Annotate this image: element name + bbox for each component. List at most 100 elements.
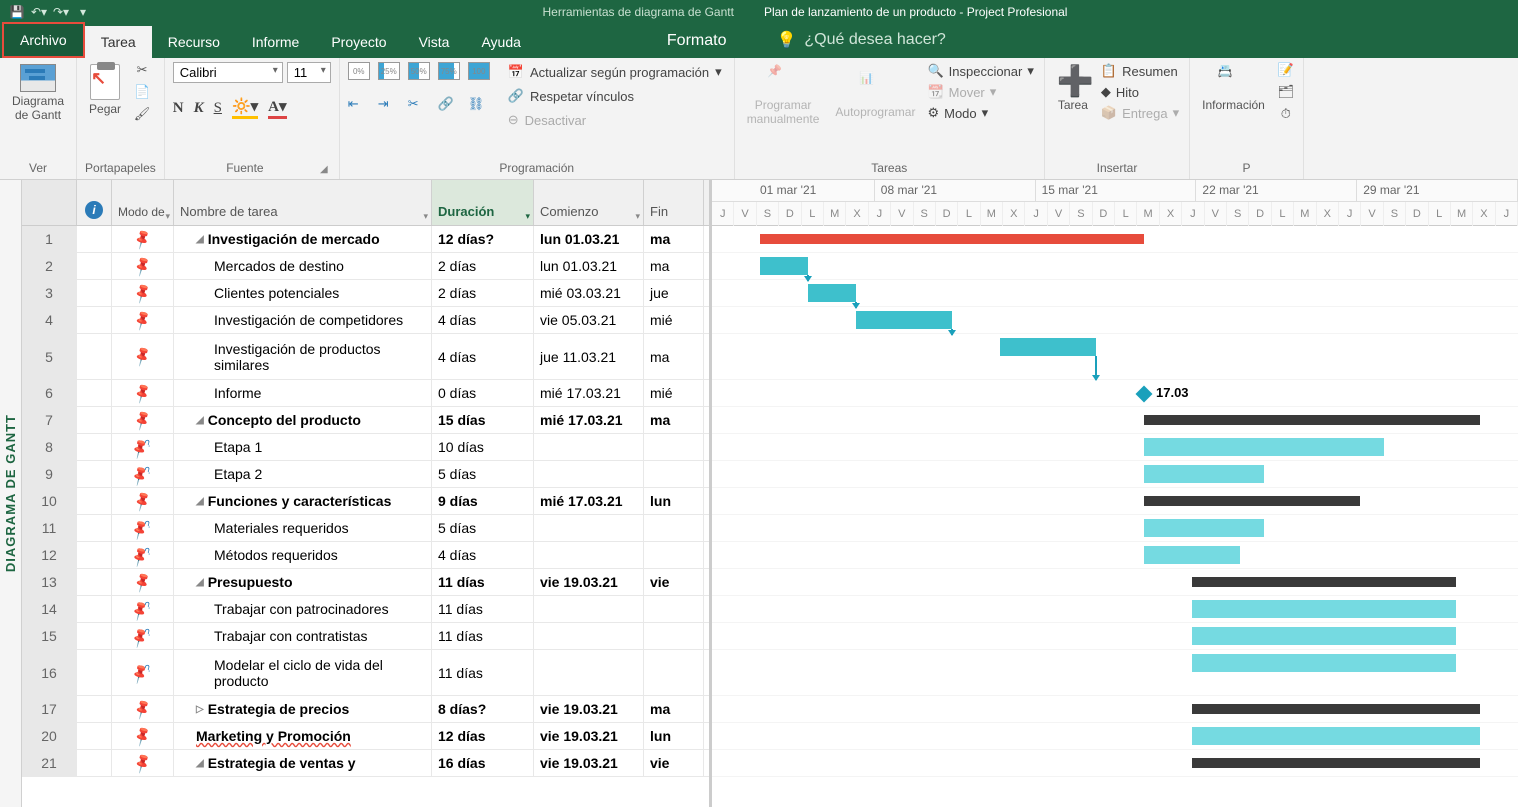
chart-row[interactable] xyxy=(712,696,1518,723)
row-finish[interactable]: ma xyxy=(644,226,704,252)
gantt-bar[interactable] xyxy=(1192,704,1480,714)
col-header-indicators[interactable]: i xyxy=(77,180,112,225)
row-mode[interactable]: 📌 xyxy=(112,407,174,433)
cut-icon[interactable]: ✂ xyxy=(133,62,151,78)
row-finish[interactable]: jue xyxy=(644,280,704,306)
row-task-name[interactable]: Clientes potenciales xyxy=(174,280,432,306)
row-task-name[interactable]: Trabajar con contratistas xyxy=(174,623,432,649)
chart-row[interactable] xyxy=(712,515,1518,542)
row-task-name[interactable]: Trabajar con patrocinadores xyxy=(174,596,432,622)
row-duration[interactable]: 11 días xyxy=(432,596,534,622)
row-mode[interactable]: 📌 xyxy=(112,461,174,487)
chart-row[interactable] xyxy=(712,280,1518,307)
row-task-name[interactable]: ◢Presupuesto xyxy=(174,569,432,595)
inspect-button[interactable]: 🔍Inspeccionar ▾ xyxy=(925,62,1035,80)
row-mode[interactable]: 📌 xyxy=(112,253,174,279)
chart-row[interactable] xyxy=(712,334,1518,380)
row-task-name[interactable]: ◢Concepto del producto xyxy=(174,407,432,433)
mark-on-track-button[interactable]: 📅Actualizar según programación ▾ xyxy=(504,62,726,82)
undo-icon[interactable]: ↶▾ xyxy=(30,3,48,21)
row-finish[interactable]: mié xyxy=(644,307,704,333)
pct-0-button[interactable]: 0% xyxy=(348,62,370,80)
row-mode[interactable]: 📌 xyxy=(112,723,174,749)
row-start[interactable] xyxy=(534,461,644,487)
row-finish[interactable] xyxy=(644,461,704,487)
row-duration[interactable]: 12 días? xyxy=(432,226,534,252)
chart-row[interactable] xyxy=(712,750,1518,777)
row-duration[interactable]: 2 días xyxy=(432,280,534,306)
row-number[interactable]: 14 xyxy=(22,596,77,622)
row-duration[interactable]: 2 días xyxy=(432,253,534,279)
gantt-bar[interactable] xyxy=(1144,438,1384,456)
move-button[interactable]: 📆Mover ▾ xyxy=(925,83,1035,101)
gantt-bar[interactable] xyxy=(1192,727,1480,745)
row-indicators[interactable] xyxy=(77,569,112,595)
row-start[interactable]: vie 19.03.21 xyxy=(534,723,644,749)
gantt-bar[interactable] xyxy=(760,234,1144,244)
row-task-name[interactable]: Etapa 2 xyxy=(174,461,432,487)
row-mode[interactable]: 📌 xyxy=(112,569,174,595)
gantt-bar[interactable] xyxy=(1192,758,1480,768)
format-painter-icon[interactable]: 🖌 xyxy=(133,106,151,122)
row-duration[interactable]: 11 días xyxy=(432,623,534,649)
row-duration[interactable]: 16 días xyxy=(432,750,534,776)
row-indicators[interactable] xyxy=(77,380,112,406)
row-finish[interactable]: ma xyxy=(644,253,704,279)
row-number[interactable]: 16 xyxy=(22,650,77,695)
row-indicators[interactable] xyxy=(77,334,112,379)
row-indicators[interactable] xyxy=(77,253,112,279)
row-mode[interactable]: 📌 xyxy=(112,488,174,514)
row-duration[interactable]: 4 días xyxy=(432,334,534,379)
chart-row[interactable] xyxy=(712,723,1518,750)
tab-file[interactable]: Archivo xyxy=(2,22,85,58)
row-start[interactable]: mié 17.03.21 xyxy=(534,488,644,514)
row-task-name[interactable]: Etapa 1 xyxy=(174,434,432,460)
copy-icon[interactable]: 📄 xyxy=(133,84,151,100)
row-indicators[interactable] xyxy=(77,650,112,695)
chart-row[interactable] xyxy=(712,542,1518,569)
gantt-bar[interactable] xyxy=(1192,654,1456,672)
add-to-timeline-icon[interactable]: ⏱ xyxy=(1277,106,1295,122)
row-duration[interactable]: 9 días xyxy=(432,488,534,514)
col-header-row-number[interactable] xyxy=(22,180,77,225)
gantt-bar[interactable] xyxy=(1144,415,1480,425)
row-finish[interactable] xyxy=(644,434,704,460)
milestone-marker[interactable] xyxy=(1136,386,1153,403)
insert-deliverable-button[interactable]: 📦Entrega ▾ xyxy=(1099,104,1181,122)
row-duration[interactable]: 12 días xyxy=(432,723,534,749)
row-task-name[interactable]: Investigación de productos similares xyxy=(174,334,432,379)
tab-task[interactable]: Tarea xyxy=(85,26,152,58)
col-header-finish[interactable]: Fin xyxy=(644,180,704,225)
fill-color-button[interactable]: 🔆▾ xyxy=(232,97,258,119)
gantt-bar[interactable] xyxy=(1144,496,1360,506)
row-task-name[interactable]: Marketing y Promoción xyxy=(174,723,432,749)
row-mode[interactable]: 📌 xyxy=(112,334,174,379)
pct-100-button[interactable]: 100 xyxy=(468,62,490,80)
gantt-bar[interactable] xyxy=(1144,546,1240,564)
chart-row[interactable] xyxy=(712,650,1518,696)
row-mode[interactable]: 📌 xyxy=(112,542,174,568)
row-mode[interactable]: 📌 xyxy=(112,696,174,722)
row-start[interactable]: mié 03.03.21 xyxy=(534,280,644,306)
tab-format[interactable]: Formato xyxy=(637,24,757,58)
qat-customize-icon[interactable]: ▾ xyxy=(74,3,92,21)
gantt-bar[interactable] xyxy=(1000,338,1096,356)
row-number[interactable]: 15 xyxy=(22,623,77,649)
row-number[interactable]: 6 xyxy=(22,380,77,406)
insert-milestone-button[interactable]: ◆Hito xyxy=(1099,83,1181,101)
row-duration[interactable]: 10 días xyxy=(432,434,534,460)
row-task-name[interactable]: ◢Funciones y características xyxy=(174,488,432,514)
row-finish[interactable]: lun xyxy=(644,488,704,514)
row-number[interactable]: 17 xyxy=(22,696,77,722)
row-number[interactable]: 2 xyxy=(22,253,77,279)
mode-button[interactable]: ⚙Modo ▾ xyxy=(925,104,1035,122)
row-finish[interactable] xyxy=(644,596,704,622)
row-duration[interactable]: 11 días xyxy=(432,569,534,595)
notes-icon[interactable]: 📝 xyxy=(1277,62,1295,78)
row-start[interactable]: jue 11.03.21 xyxy=(534,334,644,379)
tab-project[interactable]: Proyecto xyxy=(315,26,402,58)
row-task-name[interactable]: Materiales requeridos xyxy=(174,515,432,541)
col-header-name[interactable]: Nombre de tarea▾ xyxy=(174,180,432,225)
row-number[interactable]: 7 xyxy=(22,407,77,433)
row-finish[interactable]: ma xyxy=(644,407,704,433)
